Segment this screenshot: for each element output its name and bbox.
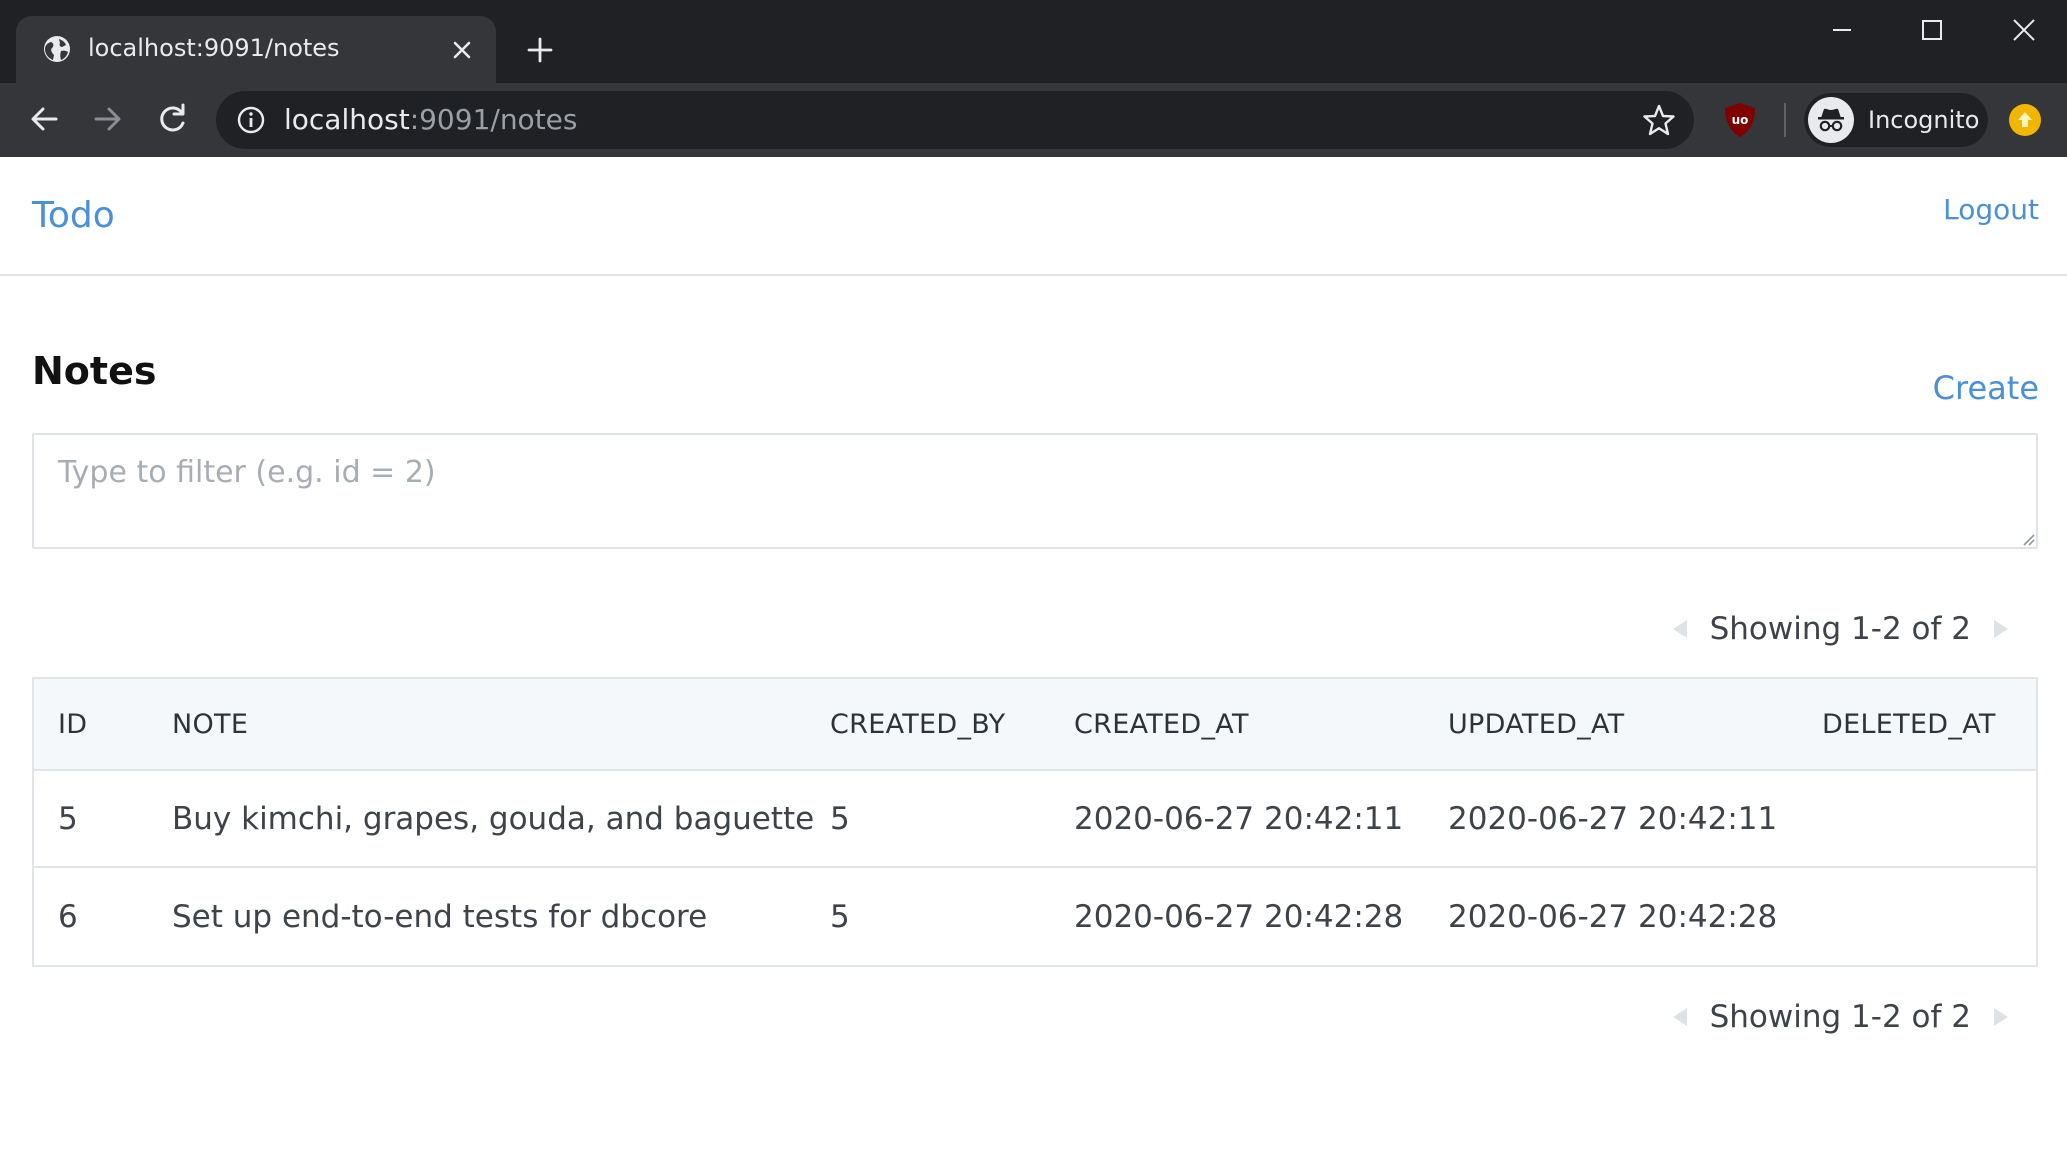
app-navbar: Todo Logout [0, 157, 2067, 276]
globe-icon [44, 36, 70, 62]
url-text[interactable]: localhost:9091/notes [284, 102, 577, 138]
column-header-updated-at[interactable]: UPDATED_AT [1448, 679, 1624, 769]
triangle-right-icon[interactable] [1991, 1006, 2011, 1028]
ublock-origin-icon[interactable]: uo [1722, 101, 1758, 139]
page-content: Todo Logout Notes Create Showing 1-2 of … [0, 157, 2067, 1151]
arrow-right-icon[interactable] [88, 99, 128, 139]
cell-updated-at: 2020-06-27 20:42:28 [1448, 898, 1778, 935]
info-icon[interactable] [236, 105, 266, 135]
toolbar-divider [1784, 103, 1786, 137]
cell-note: Set up end-to-end tests for dbcore [172, 898, 708, 935]
address-bar[interactable]: localhost:9091/notes [216, 91, 1694, 149]
incognito-icon [1808, 97, 1854, 143]
svg-text:uo: uo [1732, 113, 1749, 127]
cell-note: Buy kimchi, grapes, gouda, and baguette [172, 800, 815, 837]
close-icon[interactable] [450, 38, 474, 62]
pagination-bottom: Showing 1-2 of 2 [1670, 997, 2011, 1037]
profile-icon[interactable] [2008, 103, 2042, 137]
maximize-icon[interactable] [1902, 12, 1962, 48]
minimize-icon[interactable] [1812, 12, 1872, 48]
filter-input[interactable] [32, 433, 2038, 549]
create-link[interactable]: Create [1933, 369, 2039, 407]
arrow-left-icon[interactable] [24, 99, 64, 139]
page-title: Notes [32, 349, 157, 393]
browser-tab[interactable]: localhost:9091/notes [16, 16, 496, 83]
resize-grip-icon[interactable] [2018, 529, 2036, 547]
window-close-icon[interactable] [1994, 12, 2054, 48]
logout-link[interactable]: Logout [1943, 193, 2039, 226]
cell-created-at: 2020-06-27 20:42:11 [1074, 800, 1404, 837]
cell-created-by: 5 [830, 800, 850, 837]
url-host: localhost [284, 103, 410, 136]
column-header-id[interactable]: ID [58, 679, 87, 769]
table-row[interactable]: 6 Set up end-to-end tests for dbcore 5 2… [34, 868, 2036, 965]
pagination-status: Showing 1-2 of 2 [1709, 999, 1971, 1035]
browser-titlebar: localhost:9091/notes [0, 0, 2067, 83]
incognito-badge[interactable]: Incognito [1804, 93, 1988, 147]
cell-created-by: 5 [830, 898, 850, 935]
triangle-right-icon[interactable] [1991, 618, 2011, 640]
cell-id: 6 [58, 898, 78, 935]
cell-created-at: 2020-06-27 20:42:28 [1074, 898, 1404, 935]
pagination-status: Showing 1-2 of 2 [1709, 611, 1971, 647]
table-header: ID NOTE CREATED_BY CREATED_AT UPDATED_AT… [34, 679, 2036, 771]
tab-title: localhost:9091/notes [88, 34, 340, 62]
triangle-left-icon[interactable] [1670, 1006, 1690, 1028]
pagination-top: Showing 1-2 of 2 [1670, 609, 2011, 649]
star-icon[interactable] [1642, 103, 1676, 137]
column-header-deleted-at[interactable]: DELETED_AT [1822, 679, 1996, 769]
browser-toolbar: localhost:9091/notes uo Incognito [0, 83, 2067, 157]
url-path: :9091/notes [409, 103, 578, 136]
cell-updated-at: 2020-06-27 20:42:11 [1448, 800, 1778, 837]
table-row[interactable]: 5 Buy kimchi, grapes, gouda, and baguett… [34, 771, 2036, 868]
column-header-note[interactable]: NOTE [172, 679, 248, 769]
triangle-left-icon[interactable] [1670, 618, 1690, 640]
reload-icon[interactable] [152, 99, 192, 139]
incognito-label: Incognito [1868, 106, 1980, 134]
plus-icon[interactable] [524, 34, 556, 66]
column-header-created-by[interactable]: CREATED_BY [830, 679, 1005, 769]
notes-table: ID NOTE CREATED_BY CREATED_AT UPDATED_AT… [32, 677, 2038, 967]
cell-id: 5 [58, 800, 78, 837]
brand-link[interactable]: Todo [32, 195, 115, 236]
column-header-created-at[interactable]: CREATED_AT [1074, 679, 1249, 769]
